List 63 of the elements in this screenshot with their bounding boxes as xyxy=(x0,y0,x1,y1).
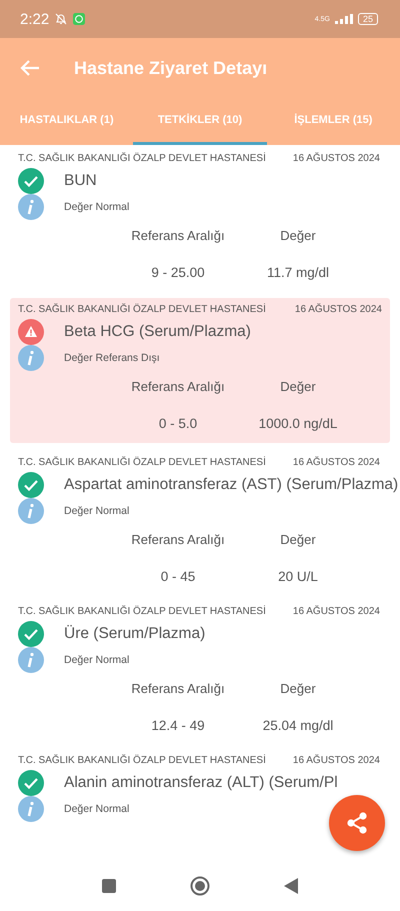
info-icon xyxy=(18,647,44,673)
column-label: Referans Aralığı xyxy=(130,379,226,394)
check-icon xyxy=(18,168,44,194)
check-icon xyxy=(18,621,44,647)
result-value: 20 U/L xyxy=(277,569,319,584)
result-date: 16 AĞUSTOS 2024 xyxy=(292,457,380,468)
test-name: Beta HCG (Serum/Plazma) xyxy=(64,323,251,341)
check-icon xyxy=(18,770,44,796)
chat-app-icon xyxy=(73,13,86,25)
column-label: Değer xyxy=(279,379,317,394)
result-value: 11.7 mg/dl xyxy=(266,265,330,280)
result-note: Değer Normal xyxy=(64,803,130,815)
clock: 2:22 xyxy=(20,10,50,28)
recents-button[interactable] xyxy=(100,877,118,895)
result-value: 1000.0 ng/dL xyxy=(258,416,338,431)
reference-range: 0 - 5.0 xyxy=(158,416,198,431)
reference-range: 12.4 - 49 xyxy=(150,718,206,733)
column-label: Referans Aralığı xyxy=(130,681,226,696)
tab[interactable]: HASTALIKLAR (1) xyxy=(0,98,134,145)
result-note: Değer Normal xyxy=(64,505,130,517)
column-label: Değer xyxy=(279,681,317,696)
result-date: 16 AĞUSTOS 2024 xyxy=(292,606,380,617)
back-nav-button[interactable] xyxy=(282,876,300,896)
column-label: Değer xyxy=(279,532,317,547)
check-icon xyxy=(18,472,44,498)
back-arrow-icon xyxy=(20,59,40,77)
result-note: Değer Referans Dışı xyxy=(64,352,160,364)
signal-icon xyxy=(334,14,353,24)
hospital-name: T.C. SAĞLIK BAKANLIĞI ÖZALP DEVLET HASTANESİ xyxy=(18,606,266,617)
screen-title: Hastane Ziyaret Detayı xyxy=(74,58,268,78)
hospital-name: T.C. SAĞLIK BAKANLIĞI ÖZALP DEVLET HASTANESİ xyxy=(18,304,266,315)
reference-range: 0 - 45 xyxy=(160,569,196,584)
result-date: 16 AĞUSTOS 2024 xyxy=(292,153,380,164)
test-name: Üre (Serum/Plazma) xyxy=(64,625,206,643)
info-icon xyxy=(18,345,44,371)
square-icon xyxy=(102,879,116,893)
tab[interactable]: TETKİKLER (10) xyxy=(133,98,267,145)
reference-range: 9 - 25.00 xyxy=(150,265,206,280)
battery-level: 25 xyxy=(358,13,378,25)
hospital-name: T.C. SAĞLIK BAKANLIĞI ÖZALP DEVLET HASTANESİ xyxy=(18,457,266,468)
info-icon xyxy=(18,796,44,822)
result-note: Değer Normal xyxy=(64,201,130,213)
hospital-name: T.C. SAĞLIK BAKANLIĞI ÖZALP DEVLET HASTANESİ xyxy=(18,153,266,164)
test-name: Alanin aminotransferaz (ALT) (Serum/Pl xyxy=(64,774,338,792)
share-button[interactable] xyxy=(329,795,385,851)
result-date: 16 AĞUSTOS 2024 xyxy=(294,304,382,315)
info-icon xyxy=(18,194,44,220)
column-label: Referans Aralığı xyxy=(130,228,226,243)
test-name: Aspartat aminotransferaz (AST) (Serum/Plazma) xyxy=(64,476,398,494)
column-label: Referans Aralığı xyxy=(130,532,226,547)
bell-off-icon xyxy=(54,12,68,26)
result-value: 25.04 mg/dl xyxy=(262,718,334,733)
test-name: BUN xyxy=(64,172,97,190)
column-label: Değer xyxy=(279,228,317,243)
result-note: Değer Normal xyxy=(64,654,130,666)
info-icon xyxy=(18,498,44,524)
triangle-back-icon xyxy=(284,878,298,894)
home-circle-icon xyxy=(190,876,210,896)
home-button[interactable] xyxy=(188,874,212,898)
warning-icon xyxy=(18,319,44,345)
result-date: 16 AĞUSTOS 2024 xyxy=(292,755,380,766)
hospital-name: T.C. SAĞLIK BAKANLIĞI ÖZALP DEVLET HASTANESİ xyxy=(18,755,266,766)
tab[interactable]: İŞLEMLER (15) xyxy=(266,98,400,145)
